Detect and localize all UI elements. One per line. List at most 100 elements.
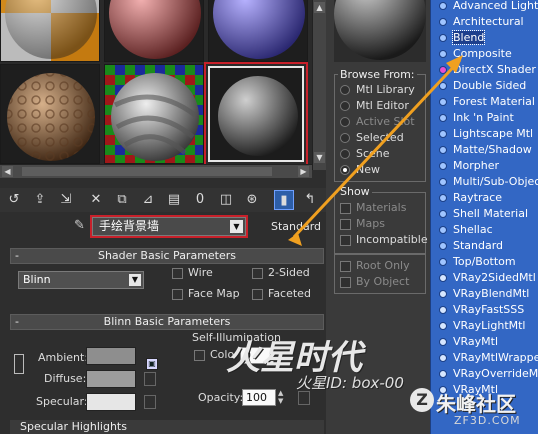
slots-vertical-scrollbar[interactable]: ▲ ▼: [312, 0, 326, 170]
show-map-icon[interactable]: ◫: [216, 190, 236, 210]
material-type-icon: [439, 82, 447, 90]
specular-color-swatch[interactable]: [86, 393, 136, 411]
sample-slot-2[interactable]: [104, 0, 204, 62]
material-list-item[interactable]: Raytrace: [431, 190, 538, 206]
get-material-icon[interactable]: ↺: [4, 190, 24, 210]
slots-horizontal-scrollbar[interactable]: ◀ ▶: [0, 164, 312, 178]
maps-checkbox[interactable]: [340, 219, 351, 230]
material-list-item[interactable]: Advanced Lighting: [431, 0, 538, 14]
sample-slot-3[interactable]: [208, 0, 308, 62]
face-map-checkbox[interactable]: [172, 289, 183, 300]
material-list-item[interactable]: Architectural: [431, 14, 538, 30]
sample-slot-1[interactable]: [0, 0, 100, 62]
sample-slot-5[interactable]: [104, 64, 204, 164]
opacity-spinner-arrows[interactable]: ▲ ▼: [278, 389, 286, 406]
scroll-left-icon[interactable]: ◀: [2, 166, 13, 177]
material-list-item[interactable]: Top/Bottom: [431, 254, 538, 270]
material-list-item[interactable]: VRayOverrideMtl: [431, 366, 538, 382]
material-list-item[interactable]: VRayBlendMtl: [431, 286, 538, 302]
material-list-item[interactable]: Matte/Shadow: [431, 142, 538, 158]
shader-type-select[interactable]: Blinn ▼: [18, 271, 144, 289]
radio-active-slot[interactable]: [340, 117, 350, 127]
opacity-value[interactable]: 100: [242, 389, 276, 406]
radio-new[interactable]: [340, 165, 350, 175]
assign-material-icon[interactable]: ⇲: [56, 190, 76, 210]
shader-basic-rollout-header[interactable]: - Shader Basic Parameters: [10, 248, 324, 264]
material-list-item[interactable]: Morpher: [431, 158, 538, 174]
material-list-label: Standard: [453, 239, 504, 252]
show-end-result-icon[interactable]: ⊛: [242, 190, 262, 210]
sample-slots: [0, 0, 312, 168]
incompatible-checkbox[interactable]: [340, 235, 351, 246]
scroll-right-icon[interactable]: ▶: [298, 166, 309, 177]
material-list-label: Forest Material 3: [453, 95, 538, 108]
material-list-item[interactable]: Shellac: [431, 222, 538, 238]
label-active-slot: Active Slot: [356, 115, 415, 128]
opacity-map-button[interactable]: [298, 391, 310, 405]
copy-material-icon[interactable]: ⧉: [112, 190, 132, 210]
material-list-label: VRay2SidedMtl: [453, 271, 536, 284]
pick-material-icon[interactable]: ✎: [74, 218, 85, 233]
show-title: Show: [338, 185, 372, 198]
material-name-field[interactable]: 手绘背景墙 ▼: [90, 215, 248, 238]
material-list-item[interactable]: VRayFastSSS: [431, 302, 538, 318]
sample-slot-4[interactable]: [0, 64, 100, 164]
diffuse-map-button[interactable]: [144, 372, 156, 386]
put-to-library-icon[interactable]: ▤: [164, 190, 184, 210]
put-to-scene-icon[interactable]: ⇪: [30, 190, 50, 210]
material-list-label: Multi/Sub-Object: [453, 175, 538, 188]
make-unique-icon[interactable]: ⊿: [138, 190, 158, 210]
wire-checkbox[interactable]: [172, 268, 183, 279]
diffuse-color-swatch[interactable]: [86, 370, 136, 388]
material-list-label: Shellac: [453, 223, 493, 236]
collapse-icon: -: [15, 249, 19, 262]
material-list-item[interactable]: Double Sided: [431, 78, 538, 94]
material-list-item[interactable]: Ink 'n Paint: [431, 110, 538, 126]
ambient-color-swatch[interactable]: [86, 347, 136, 365]
material-list-item[interactable]: Composite: [431, 46, 538, 62]
lock-ambient-diffuse-icon[interactable]: ▣: [146, 358, 158, 370]
material-list-item[interactable]: Standard: [431, 238, 538, 254]
reset-map-icon[interactable]: ✕: [86, 190, 106, 210]
specular-label: Specular:: [36, 395, 88, 408]
materials-checkbox[interactable]: [340, 203, 351, 214]
incompatible-label: Incompatible: [356, 233, 428, 246]
material-type-button[interactable]: Standard: [266, 217, 326, 236]
scroll-down-icon[interactable]: ▼: [314, 152, 325, 163]
sample-slot-active[interactable]: [204, 62, 308, 166]
collapse-icon: -: [15, 315, 19, 328]
material-list-item[interactable]: VRayMtlWrapper: [431, 350, 538, 366]
material-list-item[interactable]: DirectX Shader: [431, 62, 538, 78]
material-id-icon[interactable]: 0: [190, 190, 210, 210]
radio-selected[interactable]: [340, 133, 350, 143]
material-list-item[interactable]: Forest Material 3: [431, 94, 538, 110]
material-type-list[interactable]: Advanced Lighting Architectural Blend Compo…: [430, 0, 538, 434]
two-sided-checkbox[interactable]: [252, 268, 263, 279]
scroll-thumb[interactable]: [22, 167, 272, 176]
scroll-up-icon[interactable]: ▲: [314, 2, 325, 13]
material-list-item[interactable]: Shell Material: [431, 206, 538, 222]
radio-mtl-editor[interactable]: [340, 101, 350, 111]
by-object-checkbox[interactable]: [340, 277, 351, 288]
lock-bracket[interactable]: [14, 354, 24, 374]
go-to-parent-icon[interactable]: ↰: [300, 190, 320, 210]
material-list-item[interactable]: Lightscape Mtl: [431, 126, 538, 142]
name-dropdown-icon[interactable]: ▼: [230, 220, 243, 233]
specular-highlights-header[interactable]: Specular Highlights: [10, 420, 324, 434]
show-in-viewport-icon[interactable]: ▮: [274, 190, 294, 210]
specular-map-button[interactable]: [144, 395, 156, 409]
material-list-item[interactable]: Multi/Sub-Object: [431, 174, 538, 190]
radio-scene[interactable]: [340, 149, 350, 159]
material-list-item[interactable]: VRayLightMtl: [431, 318, 538, 334]
radio-mtl-library[interactable]: [340, 85, 350, 95]
faceted-checkbox[interactable]: [252, 289, 263, 300]
material-list-item[interactable]: VRay2SidedMtl: [431, 270, 538, 286]
self-illum-color-checkbox[interactable]: [194, 350, 205, 361]
material-list-item[interactable]: Blend: [431, 30, 538, 46]
wire-label: Wire: [188, 266, 213, 279]
root-only-checkbox[interactable]: [340, 261, 351, 272]
material-type-icon: [439, 178, 447, 186]
material-list-item[interactable]: VRayMtl: [431, 334, 538, 350]
specular-highlights-title: Specular Highlights: [20, 420, 127, 433]
blinn-basic-rollout-header[interactable]: - Blinn Basic Parameters: [10, 314, 324, 330]
